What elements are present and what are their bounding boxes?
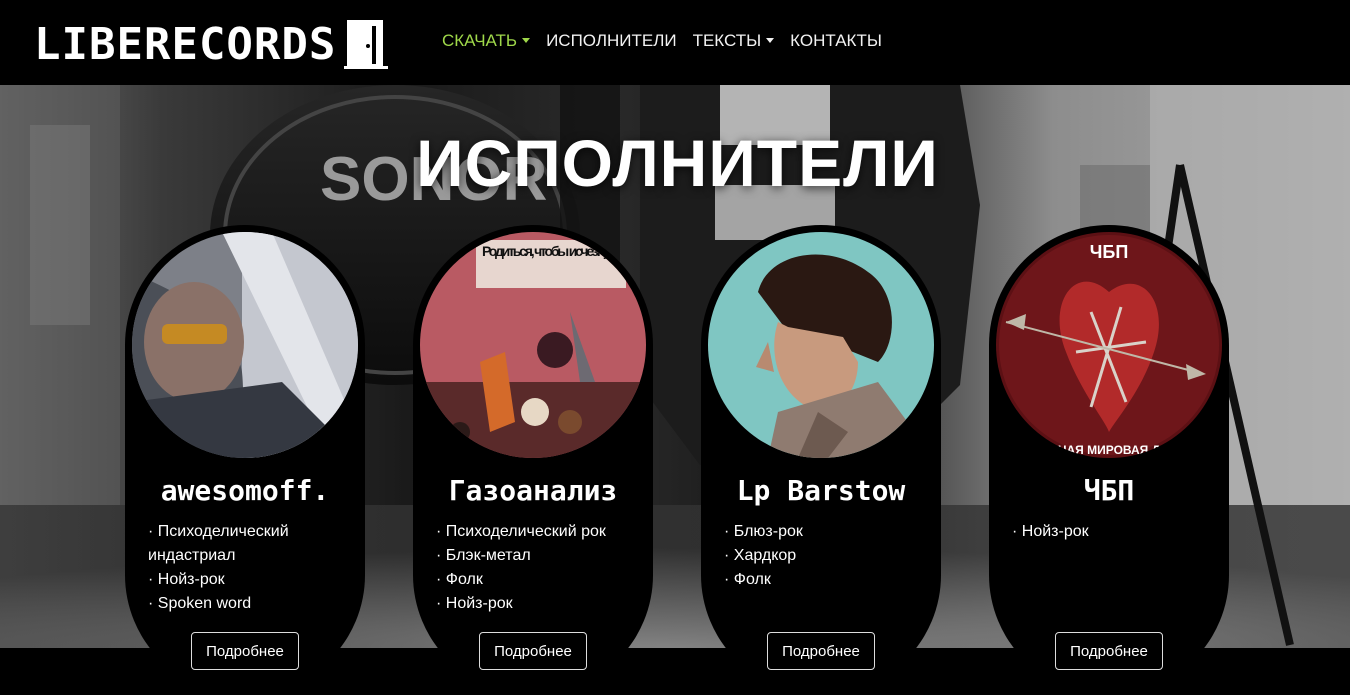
brand-name: LIBERECORDS <box>34 18 337 70</box>
genre-item: · Нойз-рок <box>436 595 513 612</box>
genre-list: · Психоделический рок · Блэк-метал · Фол… <box>436 520 636 616</box>
details-button[interactable]: Подробнее <box>191 632 299 670</box>
artist-avatar[interactable]: Родиться, чтобы исчезнуть <box>420 232 646 458</box>
artist-avatar[interactable] <box>132 232 358 458</box>
genre-list: · Блюз-рок · Хардкор · Фолк <box>724 520 924 592</box>
genre-item: · Spoken word <box>148 595 252 612</box>
nav-lyrics-label: ТЕКСТЫ <box>692 31 762 50</box>
door-icon <box>344 20 389 69</box>
artist-name: awesomoff. <box>160 474 330 507</box>
nav-contacts[interactable]: КОНТАКТЫ <box>790 31 882 51</box>
genre-list: · Психоделический индастриал · Нойз-рок … <box>148 520 348 616</box>
album-cover-subtitle: …НАЯ МИРОВАЯ Д… <box>1046 443 1172 457</box>
nav-download-label: СКАЧАТЬ <box>442 31 518 50</box>
artist-card-awesomoff: awesomoff. · Психоделический индастриал … <box>125 225 365 695</box>
page-title: ИСПОЛНИТЕЛИ <box>416 126 939 200</box>
genre-item: · Психоделический рок <box>436 523 606 540</box>
artist-name: Lp Barstow <box>736 474 906 507</box>
chevron-down-icon <box>766 38 775 43</box>
nav-artists[interactable]: ИСПОЛНИТЕЛИ <box>546 31 677 51</box>
genre-item: · Фолк <box>436 571 483 588</box>
album-cover-art: Родиться, чтобы исчезнуть <box>420 232 646 458</box>
artist-name: ЧБП <box>1083 474 1135 507</box>
nav-lyrics[interactable]: ТЕКСТЫ <box>693 31 775 51</box>
genre-item: · Блюз-рок <box>724 523 803 540</box>
genre-list: · Нойз-рок <box>1012 520 1212 544</box>
genre-item: · Хардкор <box>724 547 797 564</box>
details-button[interactable]: Подробнее <box>479 632 587 670</box>
nav-artists-label: ИСПОЛНИТЕЛИ <box>546 31 677 50</box>
artist-photo <box>708 232 934 458</box>
genre-item: · Нойз-рок <box>1012 523 1089 540</box>
artist-card-gazoanaliz: Родиться, чтобы исчезнуть Газоанализ · П… <box>413 225 653 695</box>
nav-download[interactable]: СКАЧАТЬ <box>442 31 531 51</box>
artist-avatar[interactable] <box>708 232 934 458</box>
nav-contacts-label: КОНТАКТЫ <box>790 31 882 50</box>
album-cover-title: ЧБП <box>1090 242 1129 262</box>
artist-name: Газоанализ <box>448 474 618 507</box>
artist-avatar[interactable]: ЧБП …НАЯ МИРОВАЯ Д… <box>996 232 1222 458</box>
artist-card-chbp: ЧБП …НАЯ МИРОВАЯ Д… ЧБП · Нойз-рок Подро… <box>989 225 1229 695</box>
artist-photo <box>132 232 358 458</box>
artist-card-lp-barstow: Lp Barstow · Блюз-рок · Хардкор · Фолк П… <box>701 225 941 695</box>
album-cover-art: ЧБП …НАЯ МИРОВАЯ Д… <box>996 232 1222 458</box>
album-cover-title: Родиться, чтобы исчезнуть <box>482 243 622 259</box>
details-button[interactable]: Подробнее <box>1055 632 1163 670</box>
main-nav: СКАЧАТЬ ИСПОЛНИТЕЛИ ТЕКСТЫ КОНТАКТЫ <box>442 31 898 51</box>
chevron-down-icon <box>522 38 531 43</box>
details-button[interactable]: Подробнее <box>767 632 875 670</box>
brand-logo[interactable]: LIBERECORDS <box>34 14 389 74</box>
genre-item: · Блэк-метал <box>436 547 531 564</box>
genre-item: · Психоделический индастриал <box>148 523 289 564</box>
navbar: LIBERECORDS СКАЧАТЬ ИСПОЛНИТЕЛИ ТЕКСТЫ К… <box>0 0 1350 85</box>
genre-item: · Нойз-рок <box>148 571 225 588</box>
genre-item: · Фолк <box>724 571 771 588</box>
